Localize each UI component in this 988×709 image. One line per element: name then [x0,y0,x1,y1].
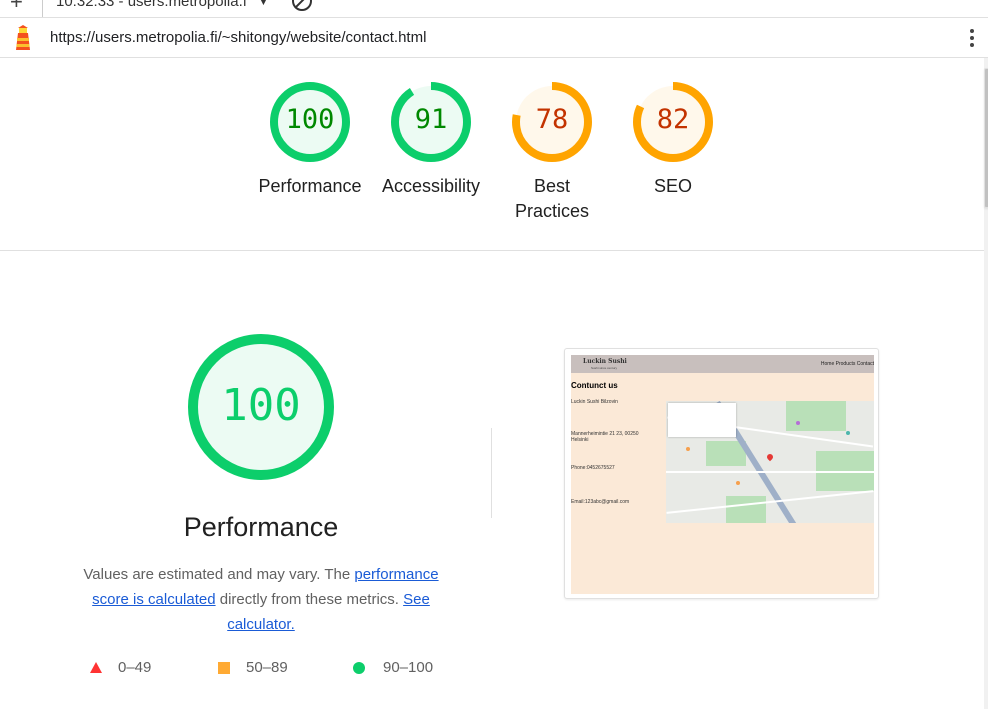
legend-range: 50–89 [246,659,288,676]
site-header: Luckin Sushi Sushi since century Home Pr… [571,355,874,373]
performance-gauge: 100 [186,332,336,482]
circle-icon [353,662,365,674]
performance-score: 100 [221,380,301,431]
site-phone: Phone:0452675527 [571,465,615,471]
screenshot-page: Luckin Sushi Sushi since century Home Pr… [571,355,874,594]
tab-dropdown-icon[interactable]: ▼ [258,0,269,8]
site-name: Luckin Sushi Bilzovin [571,399,618,405]
gauge-label: SEO [653,176,692,196]
performance-description: Values are estimated and may vary. The p… [66,562,456,637]
legend-range: 0–49 [118,659,152,676]
legend-range: 90–100 [383,659,434,676]
scrollbar-thumb[interactable] [984,68,988,208]
gauge-seo[interactable]: 82 SEO [613,82,733,199]
embedded-map [666,401,874,523]
map-info-card [668,403,736,437]
site-brand: Luckin Sushi [583,358,627,365]
site-address: Mannerheimintie 21 23, 00250 Helsinki [571,431,639,443]
performance-title: Performance [183,512,339,542]
triangle-icon [90,662,102,673]
url-bar: https://users.metropolia.fi/~shitongy/we… [0,18,988,58]
page-url[interactable]: https://users.metropolia.fi/~shitongy/we… [50,29,426,46]
site-heading: Contunct us [571,381,618,390]
site-brand-sub: Sushi since century [591,366,618,370]
gauge-score: 78 [535,104,569,135]
tab-title[interactable]: 10:32:33 - users.metropolia.f [56,0,247,10]
site-email: Email:123abc@gmail.com [571,499,630,505]
lighthouse-icon [16,25,30,50]
final-screenshot[interactable]: Luckin Sushi Sushi since century Home Pr… [564,348,879,599]
square-icon [218,662,230,674]
gauge-label: Performance [258,176,362,196]
blocked-icon[interactable] [292,0,312,11]
divider [491,428,492,518]
desc-text: Values are estimated and may vary. The [83,566,355,583]
gauge-label: Accessibility [381,176,481,196]
tab-strip: + 10:32:33 - users.metropolia.f ▼ [0,0,988,18]
site-nav: Home Products Contact [820,361,874,367]
gauge-best-practices[interactable]: 78 Best Practices [492,82,612,224]
gauge-performance[interactable]: 100 Performance [250,82,370,199]
scrollbar[interactable] [984,58,988,709]
map-pin-icon [765,452,775,462]
new-tab-icon[interactable]: + [10,0,23,13]
gauge-score: 100 [285,104,335,135]
tab-separator [42,0,43,17]
gauge-score: 91 [414,104,448,135]
more-menu-icon[interactable] [962,26,982,50]
desc-text: directly from these metrics. [215,591,404,608]
gauge-accessibility[interactable]: 91 Accessibility [371,82,491,199]
score-gauges: 100 Performance 91 Accessibility 78 Best… [0,58,984,251]
gauge-score: 82 [656,104,690,135]
gauge-label: Best Practices [514,176,590,221]
